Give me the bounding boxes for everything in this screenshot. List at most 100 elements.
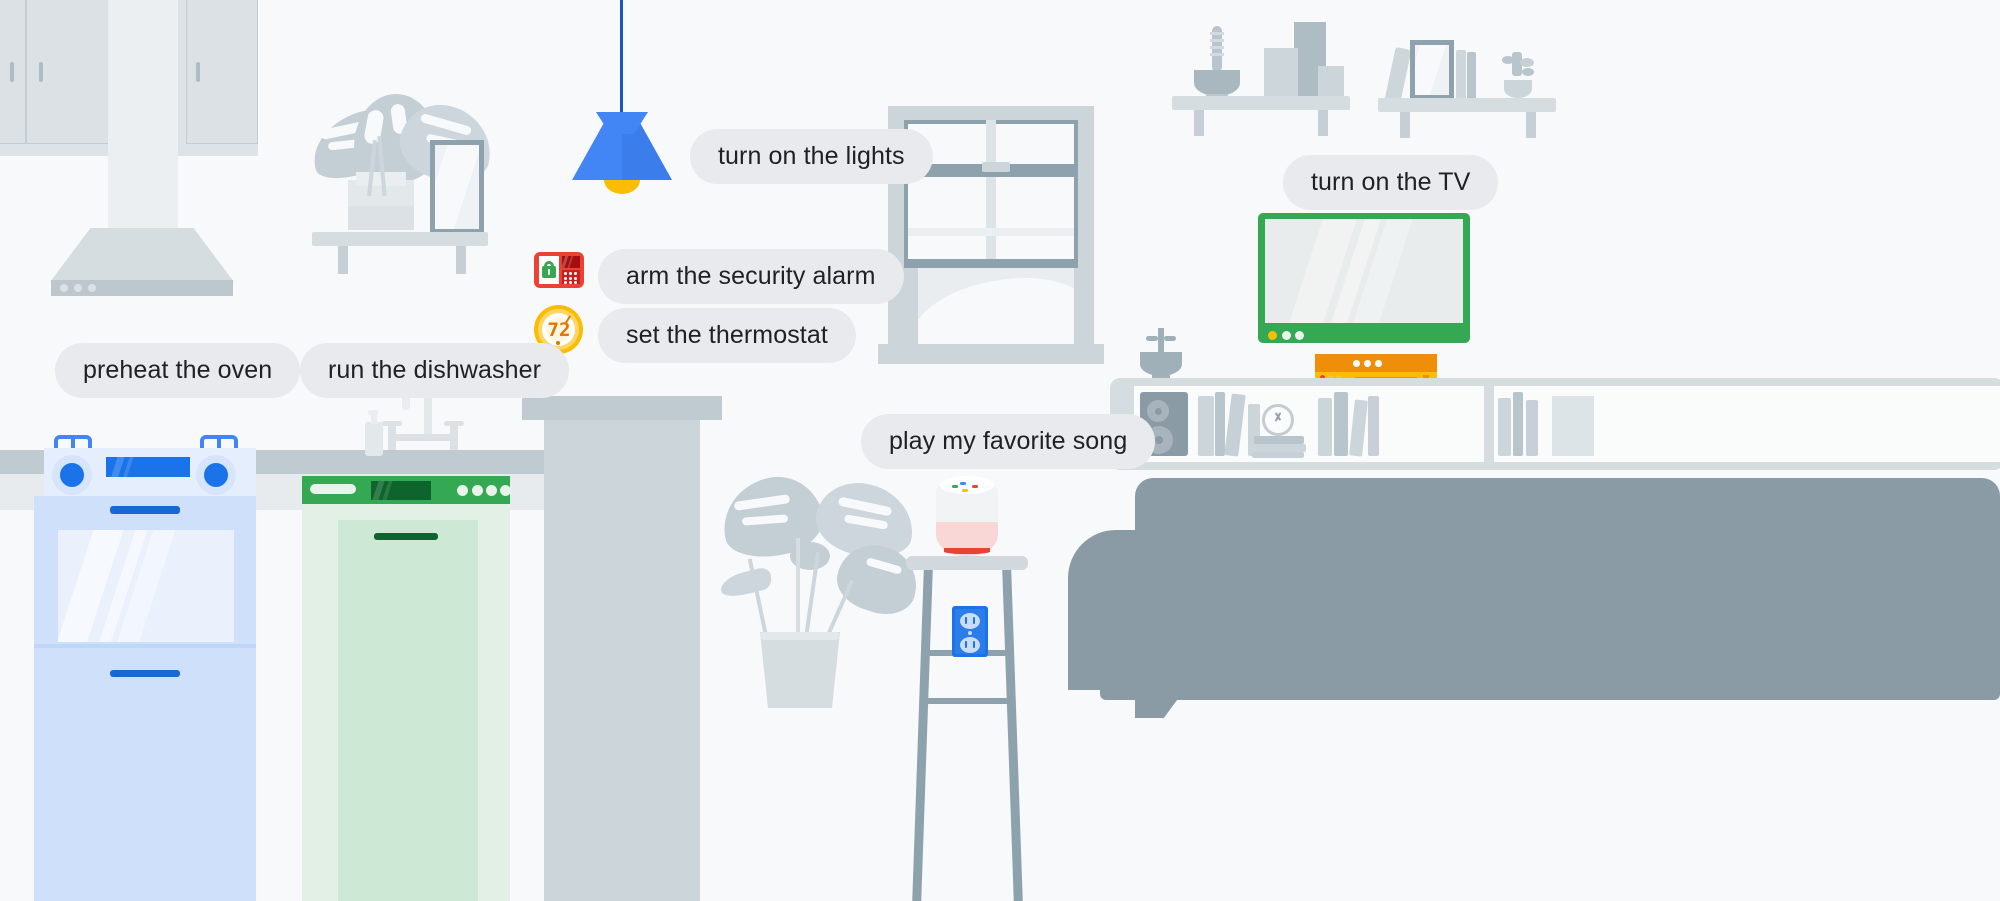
security-alarm-display [562, 256, 580, 268]
range-hood-indicator-1 [60, 284, 68, 292]
window-mullion-bottom [986, 177, 996, 259]
faucet[interactable] [382, 390, 464, 454]
media-box-dot-2 [1364, 360, 1371, 367]
couch-seat [1100, 648, 2000, 700]
small-succulent [1496, 50, 1540, 100]
oven-drawer-handle[interactable] [110, 670, 180, 677]
console-book-6 [1334, 392, 1348, 456]
television-indicator-2 [1282, 331, 1291, 340]
console-book-stack-bot [1252, 452, 1304, 458]
keypad-key [574, 281, 577, 284]
console-book-stack-mid [1250, 444, 1306, 452]
window-pane-bottom-right [994, 177, 1074, 259]
stool-top [906, 556, 1028, 570]
oven-display[interactable] [106, 457, 190, 477]
outlet-pin-top-right [973, 617, 975, 624]
command-pill-turn-on-the-tv[interactable]: turn on the TV [1283, 155, 1499, 210]
shelf-book-r1 [1456, 50, 1466, 100]
pendant-lamp-cord [620, 0, 623, 112]
keypad-key [564, 281, 567, 284]
range-hood-canopy [50, 228, 234, 282]
console-book-10 [1513, 392, 1523, 456]
wall-shelf-right-2 [1378, 98, 1556, 112]
kitchen-island-body [544, 420, 700, 901]
console-clock [1262, 404, 1294, 436]
oven-knob-left[interactable] [60, 463, 84, 487]
couch-leg-left [1135, 692, 1183, 718]
speaker-tweeter-cone [1155, 408, 1162, 415]
keypad-key [574, 277, 577, 280]
outlet-pin-bottom-left [965, 641, 967, 648]
dishwasher-door[interactable] [338, 520, 478, 901]
television-indicator-3 [1295, 331, 1304, 340]
keypad-key [564, 272, 567, 275]
range-hood-stack [108, 0, 178, 228]
window-sill [878, 344, 1104, 364]
cabinet-handle-2[interactable] [39, 62, 43, 82]
range-hood-indicator-3 [88, 284, 96, 292]
dishwasher-handle[interactable] [374, 533, 438, 540]
oven-drawer-divider [34, 644, 256, 648]
oven-knob-right[interactable] [204, 463, 228, 487]
console-book-8 [1368, 396, 1379, 456]
television-indicator-1 [1268, 331, 1277, 340]
picture-frame-kitchen-glass [435, 145, 479, 229]
command-pill-set-the-thermostat[interactable]: set the thermostat [598, 308, 856, 363]
dishwasher-control-strip[interactable] [310, 484, 356, 494]
smart-speaker-led-red [972, 485, 978, 488]
outlet-socket-bottom[interactable] [960, 637, 980, 653]
keypad-key [564, 277, 567, 280]
cactus-bowl [1192, 26, 1240, 100]
command-pill-play-my-favorite-song[interactable]: play my favorite song [861, 414, 1156, 469]
lock-icon-keyhole [548, 269, 550, 275]
window-pane-bottom-left [908, 177, 988, 259]
window-view [918, 268, 1074, 344]
wall-shelf-kitchen-leg-1 [338, 246, 348, 274]
console-book-5 [1318, 398, 1332, 456]
dishwasher-display[interactable] [371, 481, 431, 500]
cabinet-handle-1[interactable] [10, 62, 14, 82]
keypad-key [569, 272, 572, 275]
media-box-dot-3 [1375, 360, 1382, 367]
console-book-9 [1498, 398, 1511, 456]
window-latch[interactable] [982, 162, 1010, 172]
soap-dispenser [365, 410, 383, 456]
smart-speaker[interactable] [936, 476, 998, 556]
console-book-stack-top [1254, 436, 1304, 444]
dishwasher-indicator-2 [472, 485, 483, 496]
oven-window [58, 530, 234, 642]
oven-handle[interactable] [110, 506, 180, 514]
console-book-11 [1526, 400, 1538, 456]
television-screen [1265, 219, 1463, 323]
leaning-book [1384, 46, 1412, 104]
outlet-screw [968, 631, 972, 635]
command-pill-run-the-dishwasher[interactable]: run the dishwasher [300, 343, 570, 398]
smart-home-scene: 72 preheat the oven run the dishwasher t… [0, 0, 2000, 901]
cabinet-handle-3[interactable] [196, 62, 200, 82]
stool-leg-right [1002, 570, 1023, 901]
wall-shelf-right-2-leg-1 [1400, 112, 1410, 138]
dishwasher-indicator-4 [500, 485, 511, 496]
couch-backrest [1135, 478, 2000, 668]
speaker-woofer-cone [1155, 436, 1163, 444]
console-book-1 [1198, 396, 1214, 456]
command-pill-turn-on-the-lights[interactable]: turn on the lights [690, 129, 933, 184]
wall-shelf-kitchen [312, 232, 488, 246]
outlet-socket-top[interactable] [960, 613, 980, 629]
keypad-key [574, 272, 577, 275]
command-pill-preheat-the-oven[interactable]: preheat the oven [55, 343, 301, 398]
smart-speaker-led-yellow [962, 489, 968, 492]
wall-shelf-right-1-leg-1 [1194, 110, 1204, 136]
wall-shelf-kitchen-leg-2 [456, 246, 466, 274]
wall-shelf-right-2-leg-2 [1526, 112, 1536, 138]
outlet-pin-bottom-right [973, 641, 975, 648]
thermostat-dot [556, 341, 560, 345]
keypad-key [569, 277, 572, 280]
console-right-box [1552, 396, 1594, 456]
console-plant-bowl [1136, 328, 1186, 380]
window-pane-top-right [994, 124, 1074, 164]
media-box-dot-1 [1353, 360, 1360, 367]
smart-speaker-led-blue [960, 482, 966, 485]
command-pill-arm-the-security-alarm[interactable]: arm the security alarm [598, 249, 904, 304]
wall-shelf-right-1-leg-2 [1318, 110, 1328, 136]
